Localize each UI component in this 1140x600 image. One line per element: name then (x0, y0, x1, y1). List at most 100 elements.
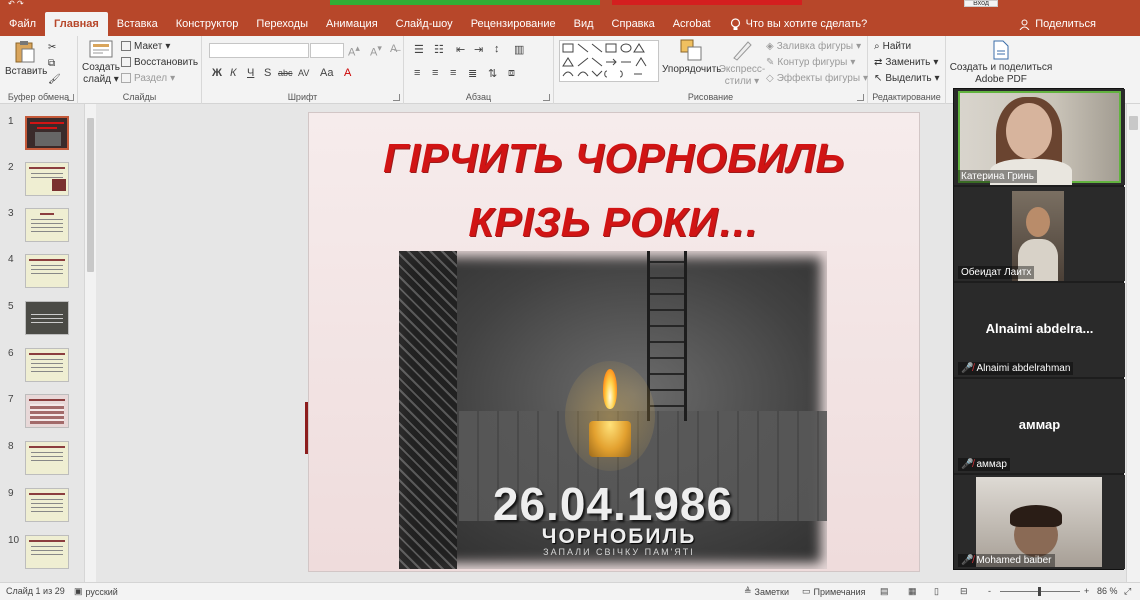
change-case-button[interactable]: Aa (320, 67, 333, 79)
reset-button[interactable]: Восстановить (121, 54, 198, 70)
decrease-font-icon[interactable]: A▾ (370, 43, 382, 59)
increase-indent-icon[interactable]: ⇥ (474, 43, 483, 56)
italic-button[interactable]: К (230, 67, 236, 79)
language-indicator[interactable]: ▣ русский (74, 586, 118, 597)
section-button[interactable]: Раздел ▾ (121, 70, 175, 86)
select-button[interactable]: ↖ Выделить ▾ (874, 70, 940, 86)
copy-button[interactable]: ⧉ (48, 55, 55, 71)
underline-button[interactable]: Ч (247, 67, 254, 79)
thumbnail-slide-7[interactable]: 7 (0, 394, 84, 434)
quick-styles-button[interactable]: Экспресс- стили ▾ (718, 38, 766, 88)
redo-icon[interactable]: ↷ (17, 0, 24, 8)
thumbnail-slide-5[interactable]: 5 (0, 301, 84, 341)
shapes-gallery[interactable] (559, 40, 659, 82)
undo-icon[interactable]: ↶ (8, 0, 15, 8)
char-spacing-button[interactable]: AV (298, 68, 309, 78)
tab-slideshow[interactable]: Слайд-шоу (387, 12, 462, 36)
tab-review[interactable]: Рецензирование (462, 12, 565, 36)
fit-slide-button[interactable]: ⤢ (1124, 586, 1131, 597)
reading-view-button[interactable]: ▯ (934, 586, 939, 597)
zoom-slider-thumb[interactable] (1038, 587, 1041, 596)
justify-icon[interactable]: ≣ (468, 67, 477, 80)
numbering-icon[interactable]: ☷ (434, 43, 444, 56)
tab-design[interactable]: Конструктор (167, 12, 248, 36)
participant-tile[interactable]: Обеидат Лаитх (954, 187, 1125, 281)
editor-scroll-thumb[interactable] (1129, 116, 1138, 130)
tab-acrobat[interactable]: Acrobat (664, 12, 720, 36)
participant-tile[interactable]: Alnaimi abdelra... 🎤̸ Alnaimi abdelrahman (954, 283, 1125, 377)
slide-editor[interactable]: ГІРЧИТЬ ЧОРНОБИЛЬ КРІЗЬ РОКИ… 26.04.1986… (98, 104, 955, 582)
tab-transitions[interactable]: Переходы (247, 12, 317, 36)
format-painter-button[interactable]: 🖌 (48, 71, 61, 87)
tab-help[interactable]: Справка (603, 12, 664, 36)
thumbnail-slide-8[interactable]: 8 (0, 441, 84, 481)
clear-format-icon[interactable]: A̶ (390, 43, 397, 55)
thumbnail-slide-4[interactable]: 4 (0, 254, 84, 294)
decrease-indent-icon[interactable]: ⇤ (456, 43, 465, 56)
clipboard-launcher[interactable] (67, 94, 74, 101)
zoom-level[interactable]: 86 % (1097, 586, 1118, 596)
align-center-icon[interactable]: ≡ (432, 67, 438, 79)
drawing-launcher[interactable] (857, 94, 864, 101)
font-size-input[interactable] (310, 43, 344, 58)
shape-effects-button[interactable]: ◇ Эффекты фигуры ▾ (766, 70, 868, 86)
cut-button[interactable]: ✂ (48, 39, 56, 55)
tab-animations[interactable]: Анимация (317, 12, 387, 36)
participant-tile[interactable]: аммар 🎤̸ аммар (954, 379, 1125, 473)
quick-access-toolbar[interactable]: ↶ ↷ (8, 0, 24, 8)
slide-title-line-2[interactable]: КРІЗЬ РОКИ… (309, 199, 919, 246)
selection-handle[interactable] (305, 402, 308, 454)
comments-button[interactable]: ▭ Примечания (802, 586, 865, 597)
thumbnails-scroll-thumb[interactable] (87, 118, 94, 272)
tell-me-search[interactable]: Что вы хотите сделать? (730, 12, 867, 36)
paragraph-launcher[interactable] (543, 94, 550, 101)
create-pdf-button[interactable]: Создать и поделиться Adobe PDF (946, 40, 1056, 86)
thumbnail-slide-9[interactable]: 9 (0, 488, 84, 528)
align-left-icon[interactable]: ≡ (414, 67, 420, 79)
align-right-icon[interactable]: ≡ (450, 67, 456, 79)
notes-button[interactable]: ≜ Заметки (744, 586, 789, 597)
editor-scrollbar[interactable] (1126, 104, 1140, 582)
normal-view-button[interactable]: ▤ (880, 586, 889, 597)
bold-button[interactable]: Ж (212, 67, 222, 79)
login-button[interactable]: Вход (964, 0, 998, 7)
replace-button[interactable]: ⇄ Заменить ▾ (874, 54, 938, 70)
strikethrough-button[interactable]: abc (278, 68, 293, 78)
bullets-icon[interactable]: ☰ (414, 43, 424, 56)
font-color-icon[interactable]: A (344, 67, 351, 79)
thumbnail-slide-1[interactable]: 1 (0, 116, 84, 156)
share-button[interactable]: Поделиться (1019, 12, 1096, 36)
paste-button[interactable]: Вставить (5, 40, 47, 78)
shape-fill-button[interactable]: ◈ Заливка фигуры ▾ (766, 38, 861, 54)
participant-tile[interactable]: Катерина Гринь (954, 89, 1125, 185)
slide-photo[interactable]: 26.04.1986 ЧОРНОБИЛЬ ЗАПАЛИ СВІЧКУ ПАМ'Я… (399, 251, 827, 569)
current-slide[interactable]: ГІРЧИТЬ ЧОРНОБИЛЬ КРІЗЬ РОКИ… 26.04.1986… (308, 112, 920, 572)
layout-button[interactable]: Макет ▾ (121, 38, 170, 54)
shadow-button[interactable]: S (264, 67, 271, 79)
thumbnail-slide-2[interactable]: 2 (0, 162, 84, 202)
thumbnail-slide-10[interactable]: 10 (0, 535, 84, 575)
new-slide-button[interactable]: Создать слайд ▾ (82, 40, 120, 86)
thumbnail-slide-3[interactable]: 3 (0, 208, 84, 248)
tab-file[interactable]: Файл (0, 12, 45, 36)
thumbnail-slide-6[interactable]: 6 (0, 348, 84, 388)
line-spacing-icon[interactable]: ↕ (494, 43, 500, 55)
increase-font-icon[interactable]: A▴ (348, 43, 360, 59)
slide-title-line-1[interactable]: ГІРЧИТЬ ЧОРНОБИЛЬ (309, 135, 919, 182)
tab-home[interactable]: Главная (45, 12, 108, 36)
shape-outline-button[interactable]: ✎ Контур фигуры ▾ (766, 54, 855, 70)
zoom-in-button[interactable]: + (1084, 586, 1089, 596)
text-direction-icon[interactable]: ⇅ (488, 67, 497, 80)
tab-view[interactable]: Вид (565, 12, 603, 36)
slideshow-button[interactable]: ⊟ (960, 586, 968, 597)
smartart-icon[interactable]: ⧈ (508, 67, 515, 80)
participant-tile[interactable]: 🎤̸ Mohamed baiber (954, 475, 1125, 569)
font-launcher[interactable] (393, 94, 400, 101)
thumbnails-scrollbar[interactable] (84, 104, 96, 582)
columns-icon[interactable]: ▥ (514, 43, 524, 56)
find-button[interactable]: ⌕ Найти (874, 38, 911, 54)
font-name-input[interactable] (209, 43, 309, 58)
tab-insert[interactable]: Вставка (108, 12, 167, 36)
arrange-button[interactable]: Упорядочить (662, 38, 722, 76)
slide-sorter-button[interactable]: ▦ (908, 586, 917, 597)
